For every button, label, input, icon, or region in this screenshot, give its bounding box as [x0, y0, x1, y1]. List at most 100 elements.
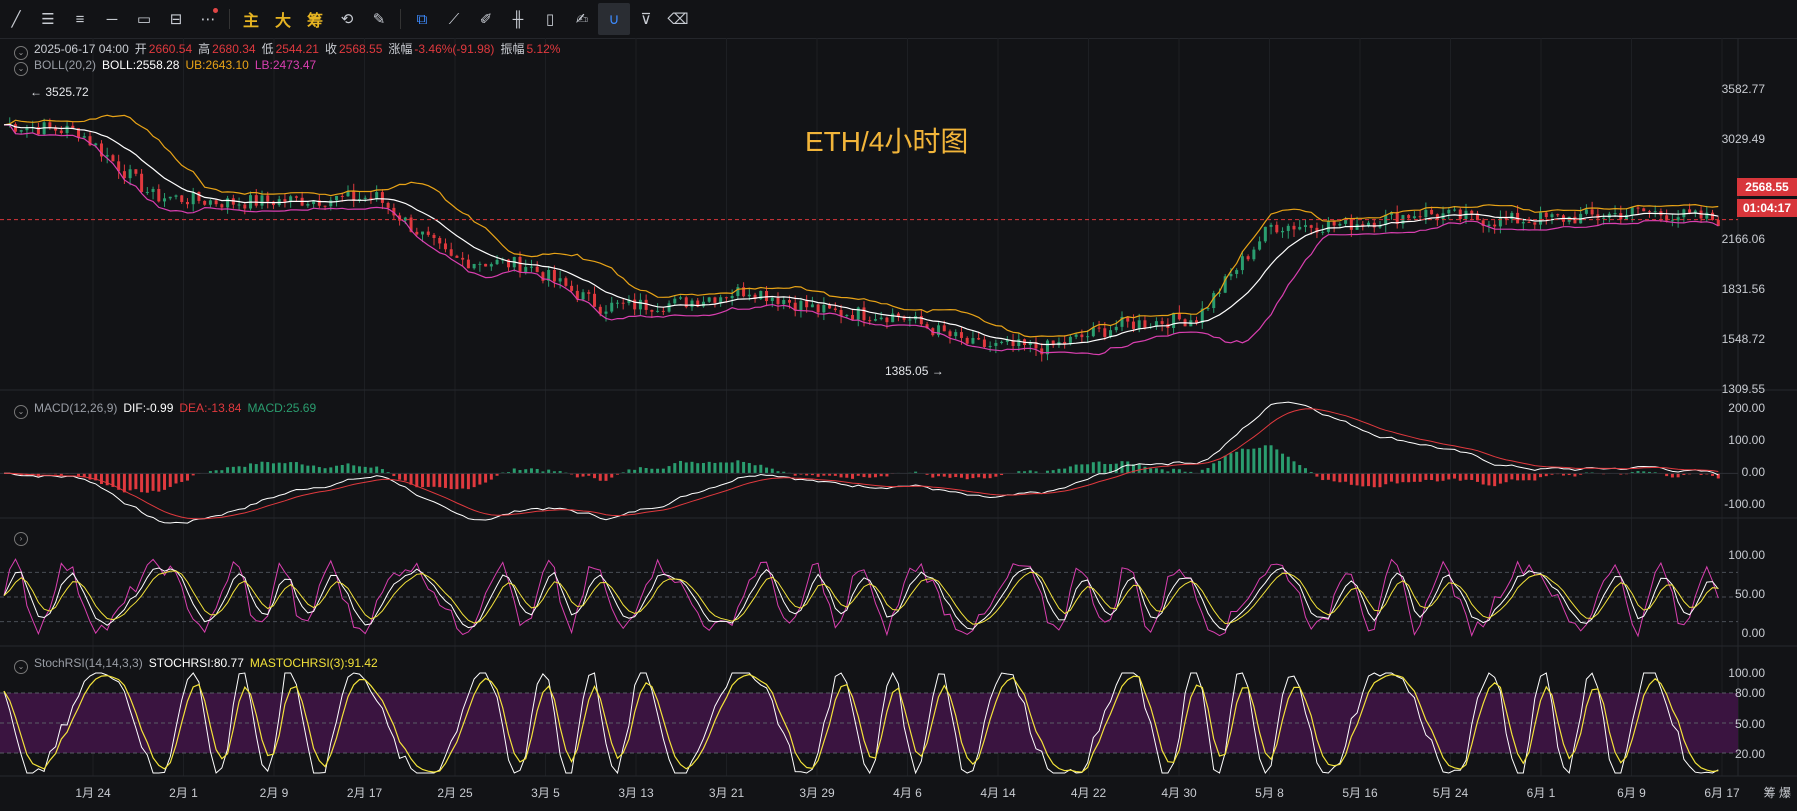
candle-body [828, 304, 832, 309]
macd-histogram-bar [1458, 473, 1462, 481]
ohlc-date: 2025-06-17 04:00 [34, 42, 129, 56]
candle-body [1206, 308, 1210, 310]
candle-body [174, 195, 178, 197]
macd-histogram-bar [1068, 466, 1072, 474]
candle-body [1527, 222, 1531, 224]
ruler-icon[interactable]: ⟋ [438, 3, 470, 35]
macd-histogram-bar [1057, 468, 1061, 474]
macd-histogram-bar [965, 473, 969, 480]
macd-histogram-bar [1286, 456, 1290, 474]
macd-histogram-bar [1229, 453, 1233, 474]
candle-body [1269, 224, 1273, 227]
macd-histogram-bar [873, 473, 877, 478]
measure-icon[interactable]: ⊟ [160, 3, 192, 35]
macd-histogram-bar [1510, 473, 1514, 480]
macd-histogram-bar [1430, 473, 1434, 481]
rectangle-icon[interactable]: ▭ [128, 3, 160, 35]
chip-button[interactable]: 筹 [299, 3, 331, 35]
macd-histogram-bar [277, 462, 281, 474]
candle-body [1137, 320, 1141, 329]
expand-icon[interactable]: › [14, 532, 28, 546]
filter-icon[interactable]: ⊽ [630, 3, 662, 35]
candle-body [650, 309, 654, 312]
collapse-icon[interactable]: ⌄ [14, 62, 28, 76]
chip-corner-label[interactable]: 筹 [1764, 786, 1776, 800]
big-order-button[interactable]: 大 [267, 3, 299, 35]
macd-histogram-bar [1281, 453, 1285, 474]
macd-histogram-bar [340, 464, 344, 474]
candle-body [713, 297, 717, 303]
candle-body [1160, 321, 1164, 324]
candle-body [1711, 212, 1715, 220]
candle-body [679, 297, 683, 299]
macd-histogram-bar [593, 473, 597, 479]
macd-histogram-bar [1453, 473, 1457, 479]
x-axis-label: 4月 22 [1070, 786, 1107, 800]
macd-histogram-bar [432, 473, 436, 487]
line-tool-icon[interactable]: ╱ [0, 3, 32, 35]
candle-body [1275, 224, 1279, 233]
candle-body [191, 192, 195, 205]
main-indicator-button[interactable]: 主 [235, 3, 267, 35]
macd-histogram-bar [1091, 462, 1095, 474]
candle-body [363, 197, 367, 199]
pen-icon[interactable]: ✐ [470, 3, 502, 35]
macd-histogram-bar [948, 473, 952, 478]
macd-histogram-bar [1063, 468, 1067, 474]
multi-line-icon[interactable]: ≡ [64, 3, 96, 35]
trash-icon[interactable]: ⌫ [662, 3, 694, 35]
collapse-icon[interactable]: ⌄ [14, 405, 28, 419]
candle-body [82, 136, 86, 138]
boll-name[interactable]: BOLL(20,2) [34, 58, 96, 72]
clipboard-icon[interactable]: ▯ [534, 3, 566, 35]
candle-body [1338, 223, 1342, 226]
candle-body [1487, 224, 1491, 226]
candle-body [593, 293, 597, 307]
more-icon[interactable]: ⋯ [192, 3, 224, 35]
candle-body [994, 342, 998, 346]
macd-histogram-bar [868, 473, 872, 478]
magnet-icon[interactable]: ∪ [598, 3, 630, 35]
brush-icon[interactable]: ✎ [363, 3, 395, 35]
candle-body [208, 200, 212, 205]
candle-icon[interactable]: ╫ [502, 3, 534, 35]
macd-histogram-bar [724, 462, 728, 474]
candle-body [254, 195, 258, 206]
settings-cycle-icon[interactable]: ⟲ [331, 3, 363, 35]
collapse-icon[interactable]: ⌄ [14, 660, 28, 674]
liquidation-corner-label[interactable]: 爆 [1779, 786, 1791, 800]
candle-body [524, 267, 528, 273]
macd-histogram-bar [461, 473, 465, 489]
x-axis-label: 2月 1 [169, 786, 198, 800]
macd-histogram-bar [535, 468, 539, 474]
candle-body [1453, 209, 1457, 211]
candle-body [1172, 312, 1176, 329]
macd-histogram-bar [633, 469, 637, 474]
note-icon[interactable]: ✍ [566, 3, 598, 35]
macd-name[interactable]: MACD(12,26,9) [34, 401, 117, 415]
candle-body [323, 205, 327, 207]
macd-histogram-bar [1298, 465, 1302, 474]
parallel-lines-icon[interactable]: ☰ [32, 3, 64, 35]
macd-histogram-bar [1154, 468, 1158, 474]
candle-body [478, 263, 482, 265]
select-icon[interactable]: ⧉ [406, 3, 438, 35]
macd-histogram-bar [1263, 445, 1267, 474]
candle-body [529, 266, 533, 268]
stochrsi-name[interactable]: StochRSI(14,14,3,3) [34, 656, 143, 670]
macd-histogram-bar [1269, 445, 1273, 474]
macd-histogram-bar [472, 473, 476, 488]
macd-histogram-bar [122, 473, 126, 493]
horizontal-line-icon[interactable]: ─ [96, 3, 128, 35]
x-axis-label: 3月 5 [531, 786, 560, 800]
macd-histogram-bar [1252, 448, 1256, 474]
macd-histogram-bar [357, 466, 361, 474]
macd-histogram-bar [99, 473, 103, 484]
corner-labels: 筹 爆 [1764, 784, 1791, 801]
macd-histogram-bar [1338, 473, 1342, 483]
price-axis-label: 3582.77 [1721, 82, 1765, 96]
candle-body [1498, 217, 1502, 227]
macd-histogram-bar [151, 473, 155, 491]
macd-histogram-bar [971, 473, 975, 479]
macd-info: ⌄ MACD(12,26,9) DIF:-0.99 DEA:-13.84 MACD:25… [14, 401, 322, 419]
